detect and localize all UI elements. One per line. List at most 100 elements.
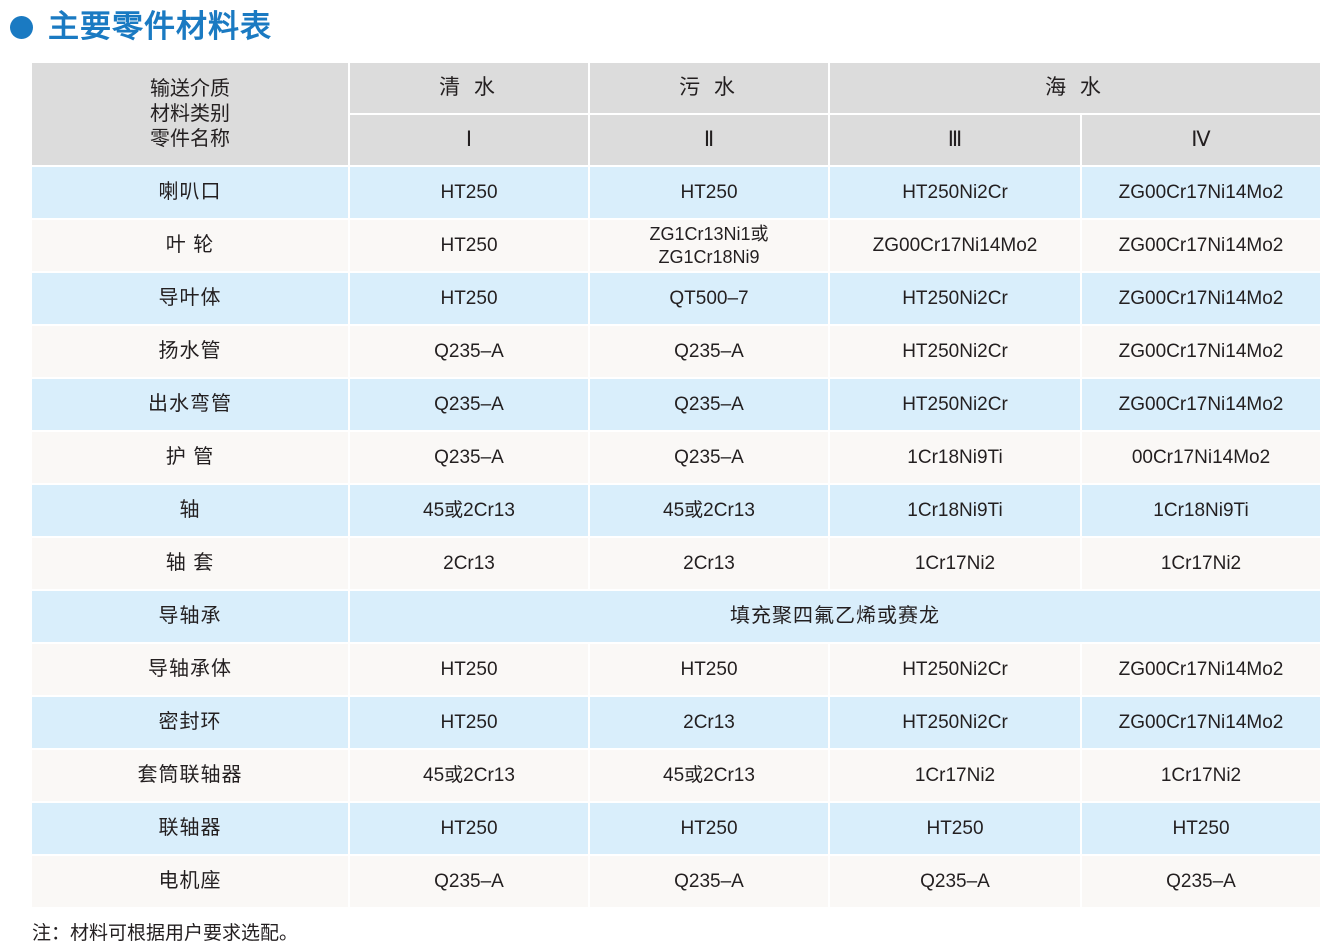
material-cell: ZG00Cr17Ni14Mo2 [1082,167,1320,220]
part-name-cell: 密封环 [32,697,350,750]
material-cell: Q235–A [590,326,830,379]
table-row: 护 管 Q235–A Q235–A 1Cr18Ni9Ti 00Cr17Ni14Mo2 [32,432,1320,485]
material-cell: ZG00Cr17Ni14Mo2 [1082,379,1320,432]
material-table-container: 输送介质 材料类别 零件名称 清 水 污 水 海 水 Ⅰ Ⅱ Ⅲ Ⅳ 喇叭口 HT… [32,63,1320,909]
part-name-cell: 套筒联轴器 [32,750,350,803]
material-cell: Q235–A [590,379,830,432]
header-row-media: 输送介质 材料类别 零件名称 清 水 污 水 海 水 [32,63,1320,167]
bullet-dot-icon [10,15,33,39]
table-row: 套筒联轴器 45或2Cr13 45或2Cr13 1Cr17Ni2 1Cr17Ni2 [32,750,1320,803]
material-cell: HT250 [830,803,1082,856]
material-cell: 45或2Cr13 [350,750,590,803]
table-row: 喇叭口 HT250 HT250 HT250Ni2Cr ZG00Cr17Ni14Mo2 [32,167,1320,220]
material-cell: HT250Ni2Cr [830,326,1082,379]
table-header: 输送介质 材料类别 零件名称 清 水 污 水 海 水 Ⅰ Ⅱ Ⅲ Ⅳ [32,63,1320,167]
header-media-waste-water: 污 水 [590,63,830,115]
part-name-cell: 喇叭口 [32,167,350,220]
table-row: 叶 轮 HT250 ZG1Cr13Ni1或 ZG1Cr18Ni9 ZG00Cr17Ni1… [32,220,1320,273]
material-cell: Q235–A [590,432,830,485]
material-cell: HT250 [350,697,590,750]
table-row: 出水弯管 Q235–A Q235–A HT250Ni2Cr ZG00Cr17Ni14Mo… [32,379,1320,432]
material-cell: HT250 [350,273,590,326]
header-media-sea-water: 海 水 [830,63,1320,115]
page-title-text: 主要零件材料表 [48,8,272,44]
page-title: 主要零件材料表 [0,0,1320,52]
table-row: 导轴承体 HT250 HT250 HT250Ni2Cr ZG00Cr17Ni14Mo2 [32,644,1320,697]
material-cell: HT250Ni2Cr [830,167,1082,220]
material-cell: 2Cr13 [350,538,590,591]
material-cell: 1Cr18Ni9Ti [830,432,1082,485]
material-cell: ZG00Cr17Ni14Mo2 [1082,326,1320,379]
part-name-cell: 联轴器 [32,803,350,856]
material-cell: QT500–7 [590,273,830,326]
part-name-cell: 扬水管 [32,326,350,379]
table-row: 轴 45或2Cr13 45或2Cr13 1Cr18Ni9Ti 1Cr18Ni9Ti [32,485,1320,538]
table-row: 电机座 Q235–A Q235–A Q235–A Q235–A [32,856,1320,909]
material-cell: 45或2Cr13 [350,485,590,538]
material-cell: ZG00Cr17Ni14Mo2 [1082,697,1320,750]
header-class-2: Ⅱ [590,115,830,167]
material-cell: ZG1Cr13Ni1或 ZG1Cr18Ni9 [590,220,830,273]
part-name-cell: 导轴承 [32,591,350,644]
material-cell: ZG00Cr17Ni14Mo2 [830,220,1082,273]
material-cell: Q235–A [350,379,590,432]
material-cell: HT250Ni2Cr [830,644,1082,697]
material-cell: 2Cr13 [590,538,830,591]
header-class-1: Ⅰ [350,115,590,167]
material-cell: 1Cr17Ni2 [1082,750,1320,803]
header-corner-cell: 输送介质 材料类别 零件名称 [32,63,350,167]
material-cell: HT250 [590,167,830,220]
part-name-cell: 叶 轮 [32,220,350,273]
material-cell: HT250 [1082,803,1320,856]
material-cell: 1Cr18Ni9Ti [1082,485,1320,538]
material-cell: HT250Ni2Cr [830,697,1082,750]
header-class-4: Ⅳ [1082,115,1320,167]
material-cell: ZG00Cr17Ni14Mo2 [1082,273,1320,326]
table-row: 密封环 HT250 2Cr13 HT250Ni2Cr ZG00Cr17Ni14Mo2 [32,697,1320,750]
material-cell: Q235–A [350,432,590,485]
material-cell: 00Cr17Ni14Mo2 [1082,432,1320,485]
material-cell: Q235–A [1082,856,1320,909]
header-media-clean-water: 清 水 [350,63,590,115]
material-cell: 1Cr17Ni2 [1082,538,1320,591]
table-row: 轴 套 2Cr13 2Cr13 1Cr17Ni2 1Cr17Ni2 [32,538,1320,591]
material-cell: 2Cr13 [590,697,830,750]
part-name-cell: 出水弯管 [32,379,350,432]
table-note: 注：材料可根据用户要求选配。 [32,923,299,944]
header-corner-line-1: 输送介质 [150,77,230,100]
table-row: 联轴器 HT250 HT250 HT250 HT250 [32,803,1320,856]
material-table: 输送介质 材料类别 零件名称 清 水 污 水 海 水 Ⅰ Ⅱ Ⅲ Ⅳ 喇叭口 HT… [32,63,1320,909]
material-cell-merged: 填充聚四氟乙烯或赛龙 [350,591,1320,644]
material-cell: 45或2Cr13 [590,750,830,803]
material-cell: Q235–A [830,856,1082,909]
material-cell-line: ZG1Cr13Ni1或 [649,224,769,244]
material-cell: 45或2Cr13 [590,485,830,538]
part-name-cell: 轴 套 [32,538,350,591]
table-row: 导轴承 填充聚四氟乙烯或赛龙 [32,591,1320,644]
material-cell: HT250Ni2Cr [830,379,1082,432]
header-corner-line-3: 零件名称 [150,127,230,150]
material-cell: HT250 [350,220,590,273]
material-cell: HT250 [590,644,830,697]
page-root: 主要零件材料表 输送介质 材料类别 零件名称 清 水 污 水 海 水 Ⅰ Ⅱ Ⅲ… [0,0,1320,952]
material-cell: HT250 [590,803,830,856]
material-cell: Q235–A [350,326,590,379]
material-cell: HT250 [350,167,590,220]
part-name-cell: 导叶体 [32,273,350,326]
header-class-3: Ⅲ [830,115,1082,167]
part-name-cell: 电机座 [32,856,350,909]
material-cell: 1Cr18Ni9Ti [830,485,1082,538]
part-name-cell: 导轴承体 [32,644,350,697]
material-cell-line: ZG1Cr18Ni9 [658,246,760,267]
part-name-cell: 轴 [32,485,350,538]
header-corner-line-2: 材料类别 [150,102,230,125]
material-cell: ZG00Cr17Ni14Mo2 [1082,220,1320,273]
material-cell: Q235–A [590,856,830,909]
material-cell: Q235–A [350,856,590,909]
table-row: 扬水管 Q235–A Q235–A HT250Ni2Cr ZG00Cr17Ni14Mo2 [32,326,1320,379]
material-cell: HT250 [350,644,590,697]
material-cell: HT250Ni2Cr [830,273,1082,326]
table-body: 喇叭口 HT250 HT250 HT250Ni2Cr ZG00Cr17Ni14Mo2 叶 … [32,167,1320,909]
table-row: 导叶体 HT250 QT500–7 HT250Ni2Cr ZG00Cr17Ni14Mo2 [32,273,1320,326]
material-cell: 1Cr17Ni2 [830,750,1082,803]
